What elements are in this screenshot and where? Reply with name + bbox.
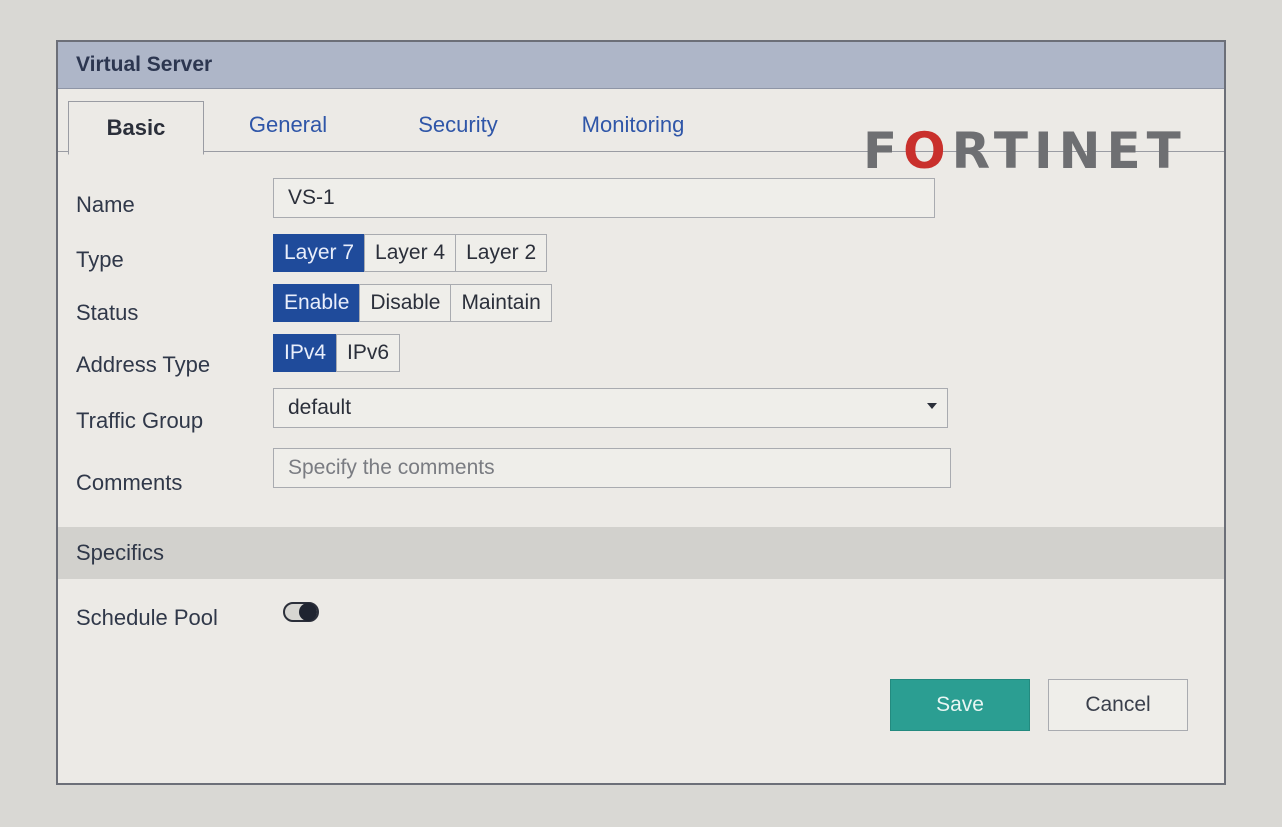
comments-placeholder: Specify the comments xyxy=(288,456,495,479)
address-type-ipv4-button[interactable]: IPv4 xyxy=(273,334,338,372)
specifics-section-header: Specifics xyxy=(58,527,1224,579)
tab-monitoring[interactable]: Monitoring xyxy=(558,99,708,151)
comments-label: Comments xyxy=(76,470,183,495)
name-value: VS-1 xyxy=(288,186,335,209)
traffic-group-value: default xyxy=(288,396,352,419)
type-layer2-button[interactable]: Layer 2 xyxy=(455,234,548,272)
tab-general[interactable]: General xyxy=(228,99,348,151)
address-type-segmented-control: IPv4 IPv6 xyxy=(273,334,401,372)
comments-input[interactable]: Specify the comments xyxy=(273,448,951,488)
schedule-pool-toggle[interactable] xyxy=(283,602,319,622)
toggle-knob xyxy=(299,603,317,621)
type-label: Type xyxy=(76,247,124,272)
type-layer4-button[interactable]: Layer 4 xyxy=(364,234,457,272)
type-segmented-control: Layer 7 Layer 4 Layer 2 xyxy=(273,234,548,272)
tab-security[interactable]: Security xyxy=(393,99,523,151)
status-maintain-button[interactable]: Maintain xyxy=(450,284,552,322)
dialog-title: Virtual Server xyxy=(58,42,1224,89)
name-input[interactable]: VS-1 xyxy=(273,178,935,218)
specifics-title: Specifics xyxy=(76,540,165,565)
address-type-label: Address Type xyxy=(76,352,211,377)
tab-basic[interactable]: Basic xyxy=(68,101,204,155)
schedule-pool-label: Schedule Pool xyxy=(76,605,218,630)
virtual-server-dialog: Virtual Server Basic General Security Mo… xyxy=(56,40,1226,785)
chevron-down-icon xyxy=(927,403,937,409)
status-disable-button[interactable]: Disable xyxy=(359,284,452,322)
address-type-ipv6-button[interactable]: IPv6 xyxy=(336,334,401,372)
traffic-group-select[interactable]: default xyxy=(273,388,948,428)
status-enable-button[interactable]: Enable xyxy=(273,284,361,322)
traffic-group-label: Traffic Group xyxy=(76,408,204,433)
save-button[interactable]: Save xyxy=(890,679,1030,731)
fortinet-logo: FORTINET xyxy=(863,122,1187,180)
status-label: Status xyxy=(76,300,139,325)
name-label: Name xyxy=(76,192,135,217)
status-segmented-control: Enable Disable Maintain xyxy=(273,284,552,322)
cancel-button[interactable]: Cancel xyxy=(1048,679,1188,731)
type-layer7-button[interactable]: Layer 7 xyxy=(273,234,366,272)
